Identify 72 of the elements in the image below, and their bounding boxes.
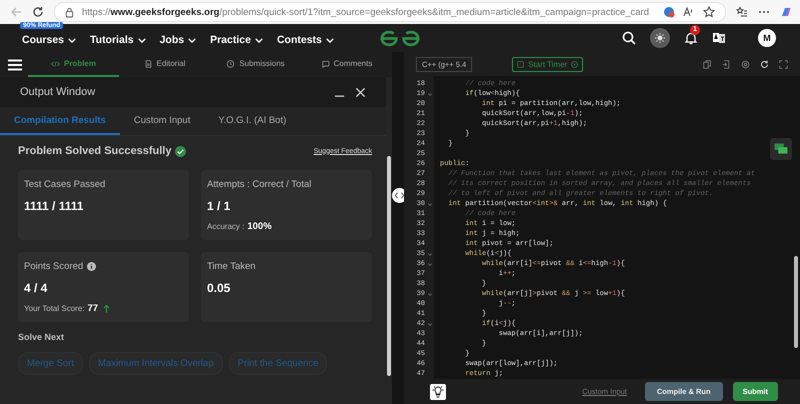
nav-menu-button[interactable]: Practice — [210, 34, 263, 46]
solve-next-heading: Solve Next — [18, 332, 66, 342]
start-timer-button[interactable]: Start Timer — [512, 56, 584, 72]
import-icon[interactable] — [722, 60, 731, 68]
url-text: https://www.geeksforgeeks.org/problems/quick-sort/1?itm_source=geeksforgeeks&itm_medium=article&itm_campaign=practice_card — [82, 6, 649, 18]
note-value: 100% — [247, 221, 272, 232]
reset-icon[interactable] — [760, 60, 769, 68]
fold-icon[interactable] — [428, 202, 432, 206]
output-tab[interactable]: Y.O.G.I. (AI Bot) — [204, 107, 300, 135]
chevron-down-icon — [68, 38, 76, 42]
card-value: 1111 / 1111 — [24, 199, 84, 213]
card-label: Points Scored — [24, 261, 84, 272]
chat-icon[interactable] — [770, 138, 792, 160]
translate-icon[interactable] — [712, 31, 726, 45]
fullscreen-icon[interactable] — [779, 60, 788, 68]
check-circle-icon — [175, 146, 186, 156]
note-label: Accuracy : — [207, 222, 244, 231]
lock-icon — [65, 6, 74, 18]
card-value: 0.05 — [207, 281, 232, 295]
scrollbar-thumb[interactable] — [794, 256, 798, 348]
nav-menu-button[interactable]: Courses — [22, 34, 76, 46]
read-aloud-icon[interactable] — [683, 6, 695, 18]
status-message: Problem Solved Successfully — [18, 145, 172, 157]
nav-menu-button[interactable]: Jobs — [160, 34, 196, 46]
copy-icon[interactable] — [703, 60, 712, 68]
up-arrow-icon — [103, 304, 110, 313]
card-value: 1 / 1 — [207, 199, 232, 213]
notification-bell-icon[interactable] — [684, 31, 698, 45]
fold-icon[interactable] — [428, 292, 432, 296]
fold-icon[interactable] — [428, 252, 432, 256]
nav-menu-button[interactable]: Contests — [276, 34, 334, 46]
fold-icon[interactable] — [428, 92, 432, 96]
note-value: 77 — [87, 303, 98, 314]
card-label: Time Taken — [207, 261, 256, 272]
comment-icon — [320, 60, 330, 68]
output-tab[interactable]: Custom Input — [120, 107, 204, 135]
logo-icon[interactable] — [380, 30, 420, 47]
lightbulb-icon[interactable] — [430, 384, 446, 400]
menu-icon[interactable] — [8, 58, 22, 70]
address-bar[interactable]: https://www.geeksforgeeks.org/problems/quick-sort/1?itm_source=geeksforgeeks&itm_medium=article&itm_campaign=practice_card — [54, 2, 726, 22]
fold-icon[interactable] — [428, 322, 432, 326]
search-icon[interactable] — [622, 31, 636, 45]
user-avatar[interactable]: M — [758, 29, 776, 47]
chevron-down-icon — [254, 38, 263, 42]
fold-icon[interactable] — [428, 262, 432, 266]
card-value: 4 / 4 — [24, 281, 48, 295]
extension-icon[interactable] — [663, 6, 675, 18]
output-window-title: Output Window — [20, 86, 96, 98]
settings-icon[interactable] — [741, 60, 750, 68]
problem-tab[interactable]: Submissions — [210, 52, 301, 77]
document-icon — [144, 60, 153, 68]
reload-icon[interactable] — [32, 6, 44, 18]
theme-toggle-icon[interactable] — [650, 28, 670, 48]
chevron-down-icon — [138, 38, 146, 42]
problem-tab[interactable]: Comments — [301, 52, 392, 77]
chevron-down-icon — [188, 38, 196, 42]
play-icon — [571, 60, 578, 68]
square-icon — [517, 60, 524, 68]
card-label: Test Cases Passed — [24, 179, 106, 190]
note-label: Your Total Score: — [24, 304, 84, 313]
nav-menu-button[interactable]: Tutorials — [90, 34, 146, 46]
chevron-down-icon — [326, 38, 334, 42]
clock-icon — [226, 60, 236, 68]
card-label: Attempts : Correct / Total — [207, 179, 312, 190]
close-icon[interactable] — [355, 86, 366, 98]
copilot-icon[interactable] — [780, 6, 792, 18]
scrollbar-thumb[interactable] — [387, 156, 391, 376]
favorites-icon[interactable] — [736, 6, 748, 18]
problem-tab[interactable]: Editorial — [119, 52, 210, 77]
info-icon[interactable] — [87, 262, 96, 271]
favorite-star-icon[interactable] — [703, 6, 715, 18]
code-icon — [50, 60, 60, 68]
